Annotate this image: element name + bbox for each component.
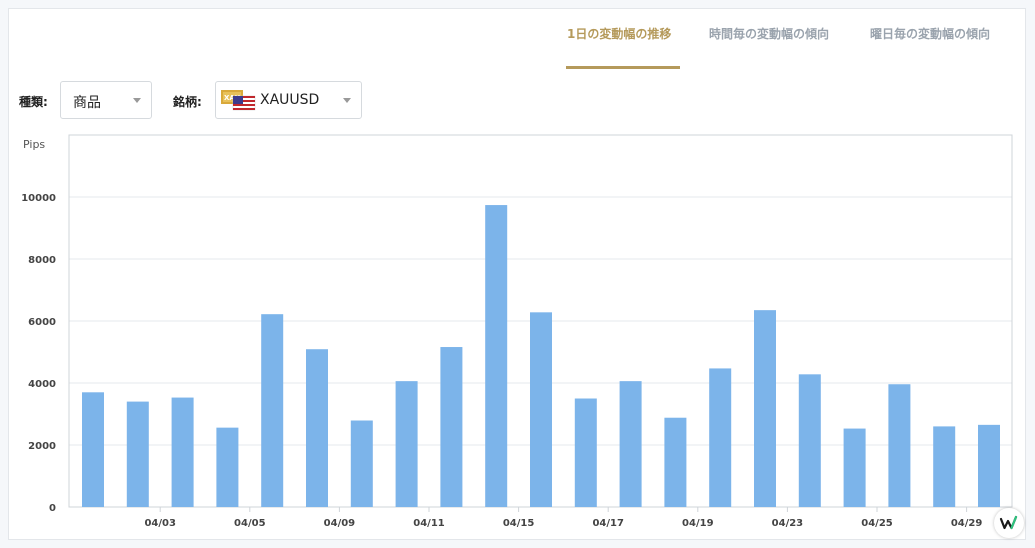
y-tick-label: 2000 bbox=[28, 441, 56, 452]
x-tick-label: 04/23 bbox=[772, 518, 804, 529]
x-tick-label: 04/29 bbox=[951, 518, 983, 529]
bar[interactable] bbox=[216, 427, 239, 507]
bar[interactable] bbox=[709, 368, 732, 507]
y-tick-label: 0 bbox=[49, 503, 56, 514]
bar[interactable] bbox=[530, 312, 552, 507]
type-select-value: 商品 bbox=[73, 95, 101, 111]
bar[interactable] bbox=[306, 349, 328, 507]
x-tick-label: 04/25 bbox=[861, 518, 893, 529]
type-select[interactable]: 商品 bbox=[60, 81, 152, 119]
bar[interactable] bbox=[754, 310, 776, 507]
tab-hourly-range-tendency[interactable]: 時間毎の変動幅の傾向 bbox=[709, 26, 829, 42]
symbol-select-value: XAUUSD bbox=[260, 92, 320, 108]
caret-down-icon bbox=[133, 98, 141, 103]
daily-range-bar-chart: Pips 0200040006000800010000 04/03 04/05 04… bbox=[21, 134, 1013, 529]
bar[interactable] bbox=[888, 384, 911, 507]
bar[interactable] bbox=[619, 381, 642, 507]
caret-down-icon bbox=[343, 98, 351, 103]
bar[interactable] bbox=[440, 347, 463, 507]
chart-panel: 1日の変動幅の推移 時間毎の変動幅の傾向 曜日毎の変動幅の傾向 種類: 商品 銘… bbox=[8, 8, 1026, 540]
bar[interactable] bbox=[350, 420, 373, 507]
y-tick-label: 4000 bbox=[28, 379, 56, 390]
x-tick-label: 04/17 bbox=[592, 518, 624, 529]
x-tick-label: 04/19 bbox=[682, 518, 714, 529]
filter-bar: 種類: 商品 銘柄: XAU XAUUSD bbox=[9, 81, 1025, 121]
x-tick-label: 04/05 bbox=[234, 518, 266, 529]
bar[interactable] bbox=[261, 314, 284, 507]
x-axis-ticks: 04/03 04/05 04/09 04/11 04/15 04/17 04/19 04/23… bbox=[144, 507, 982, 529]
bar[interactable] bbox=[171, 397, 194, 507]
x-tick-label: 04/15 bbox=[503, 518, 535, 529]
bar[interactable] bbox=[933, 426, 956, 507]
y-tick-label: 8000 bbox=[28, 255, 56, 266]
bar[interactable] bbox=[978, 424, 1000, 507]
bar[interactable] bbox=[664, 417, 687, 507]
x-tick-label: 04/03 bbox=[144, 518, 176, 529]
type-label: 種類: bbox=[19, 95, 48, 109]
active-tab-underline bbox=[566, 66, 680, 69]
bar-series bbox=[82, 205, 1000, 507]
y-tick-label: 6000 bbox=[28, 317, 56, 328]
x-tick-label: 04/11 bbox=[413, 518, 445, 529]
bar[interactable] bbox=[485, 205, 508, 507]
bar[interactable] bbox=[395, 381, 418, 507]
bar[interactable] bbox=[843, 428, 866, 507]
us-flag-icon bbox=[232, 95, 256, 111]
x-tick-label: 04/09 bbox=[324, 518, 356, 529]
tab-weekday-range-tendency[interactable]: 曜日毎の変動幅の傾向 bbox=[870, 26, 990, 42]
symbol-label: 銘柄: bbox=[173, 95, 202, 109]
bar[interactable] bbox=[126, 401, 149, 507]
bar[interactable] bbox=[798, 374, 821, 507]
tab-daily-range-trend[interactable]: 1日の変動幅の推移 bbox=[567, 26, 671, 42]
brand-logo-icon[interactable] bbox=[994, 508, 1024, 538]
y-tick-label: 10000 bbox=[21, 193, 56, 204]
y-axis-label: Pips bbox=[23, 138, 45, 151]
bar[interactable] bbox=[82, 392, 104, 507]
xauusd-flag-icon: XAU bbox=[221, 90, 256, 111]
brand-logo-mark bbox=[999, 515, 1018, 530]
tab-bar: 1日の変動幅の推移 時間毎の変動幅の傾向 曜日毎の変動幅の傾向 bbox=[9, 26, 1025, 70]
bar[interactable] bbox=[574, 398, 597, 508]
y-axis-ticks: 0 2000 4000 6000 8000 10000 bbox=[21, 193, 56, 514]
symbol-select[interactable]: XAU XAUUSD bbox=[215, 81, 362, 119]
